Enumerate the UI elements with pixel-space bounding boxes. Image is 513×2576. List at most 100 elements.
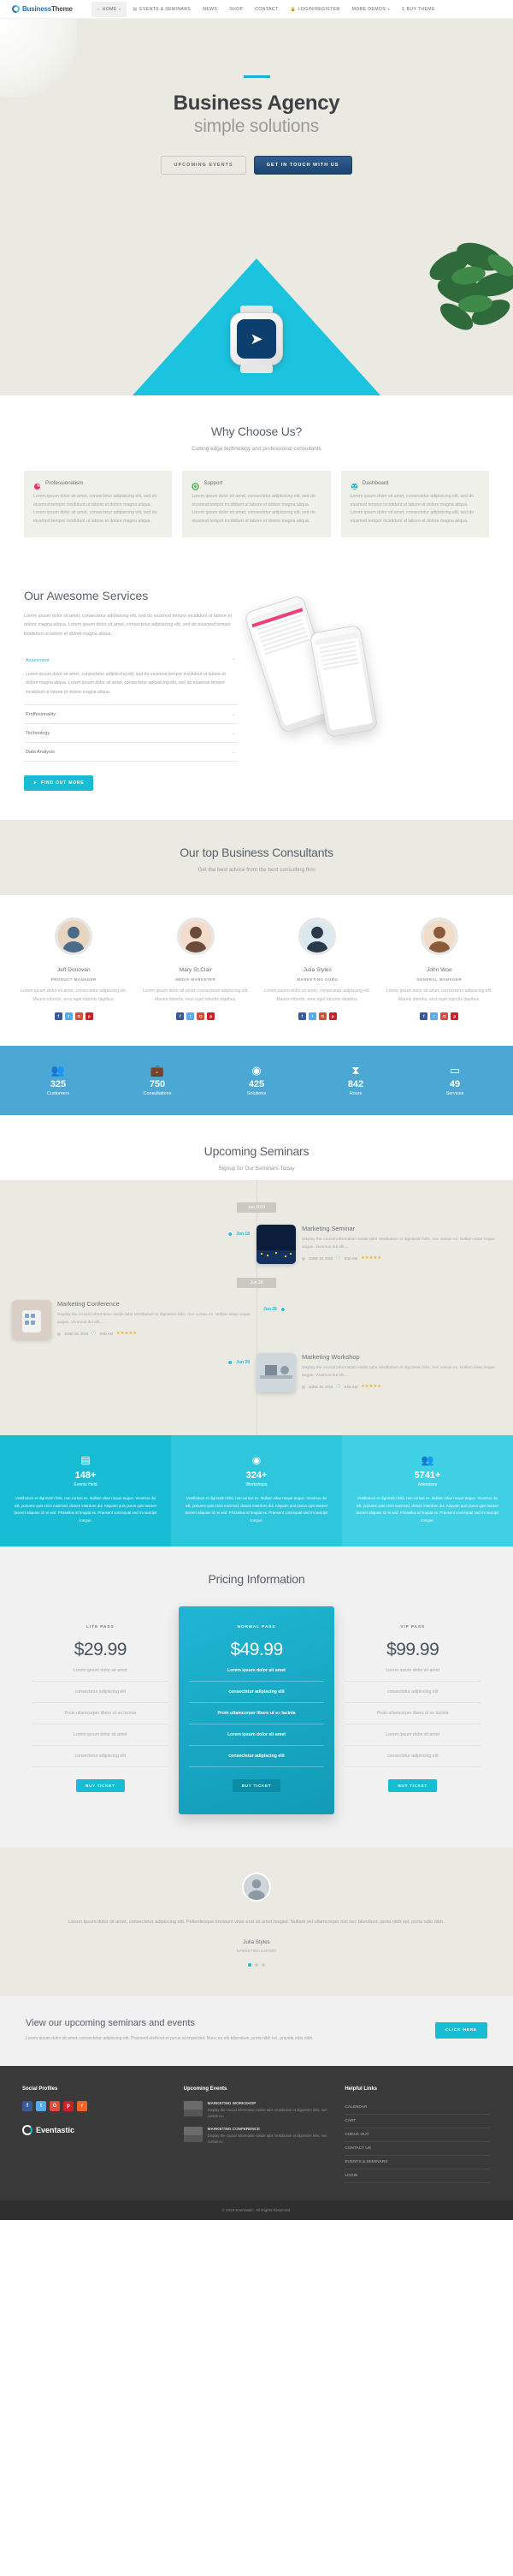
timeline-dot-icon bbox=[280, 1307, 286, 1312]
event-thumbnail[interactable] bbox=[256, 1353, 296, 1392]
facebook-icon[interactable]: f bbox=[54, 1012, 62, 1020]
team-row: Jeff Donovan PRODUCT MANAGER Lorem ipsum… bbox=[0, 895, 513, 1046]
member-name: Jeff Donovan bbox=[56, 967, 91, 974]
member-socials: ftGp bbox=[259, 1012, 376, 1020]
find-out-more-button[interactable]: ➤ FIND OUT MORE bbox=[24, 775, 94, 792]
twitter-icon[interactable]: t bbox=[430, 1012, 439, 1020]
pinterest-icon[interactable]: p bbox=[451, 1012, 459, 1020]
footer-event-item[interactable]: MARKETING WORKSHOP Display the crucial i… bbox=[183, 2100, 330, 2119]
get-in-touch-button[interactable]: GET IN TOUCH WITH US bbox=[253, 156, 352, 175]
carousel-dot[interactable] bbox=[255, 1963, 258, 1968]
band-value: 5741+ bbox=[414, 1470, 441, 1481]
event-rating: ★★★★★ bbox=[115, 1331, 138, 1337]
pinterest-icon[interactable]: p bbox=[328, 1012, 337, 1020]
accordion-header-proffesionality[interactable]: Proffesionality ⌄ bbox=[24, 705, 238, 723]
upcoming-events-button[interactable]: UPCOMING EVENTS bbox=[161, 156, 246, 175]
footer-link[interactable]: CHECK OUT bbox=[345, 2128, 492, 2142]
stat-item: 💼 750 Consultations bbox=[108, 1065, 207, 1096]
google-plus-icon[interactable]: G bbox=[74, 1012, 83, 1020]
seminars-subtitle: Signup for Our Seminars Today bbox=[218, 1166, 295, 1172]
watch-body: ➤ bbox=[230, 312, 283, 365]
facebook-icon[interactable]: f bbox=[298, 1012, 306, 1020]
calendar-icon: ▤ bbox=[80, 1454, 91, 1466]
clock-icon: 🕐 bbox=[336, 1384, 341, 1389]
seminars-heading: Upcoming Seminars Signup for Our Seminar… bbox=[0, 1115, 513, 1180]
footer-event-title: MARKETING CONFERENCE bbox=[207, 2126, 260, 2131]
why-card-body: Lorem ipsum dolor sit amet, consectetur … bbox=[350, 494, 475, 524]
nav-item-shop[interactable]: SHOP bbox=[223, 2, 249, 17]
event-title[interactable]: Marketing Conference bbox=[57, 1300, 256, 1308]
accordion-item: Proffesionality ⌄ bbox=[24, 705, 238, 725]
testimonial-avatar bbox=[242, 1873, 271, 1904]
twitter-icon[interactable]: t bbox=[308, 1012, 316, 1020]
footer-link[interactable]: EVENTS & SEMINARS bbox=[345, 2156, 492, 2169]
carousel-dot[interactable] bbox=[262, 1963, 265, 1968]
why-card: Dashboard Lorem ipsum dolor sit amet, co… bbox=[340, 471, 489, 537]
google-plus-icon[interactable]: G bbox=[440, 1012, 449, 1020]
nav-item-news[interactable]: NEWS bbox=[197, 2, 223, 17]
pinterest-icon[interactable]: p bbox=[85, 1012, 93, 1020]
buy-ticket-button[interactable]: BUY TICKET bbox=[76, 1779, 125, 1793]
nav-item-label: EVENTS & SEMINARS bbox=[139, 6, 192, 12]
facebook-icon[interactable]: f bbox=[176, 1012, 185, 1020]
nav-item-buy-theme[interactable]: $ BUY THEME bbox=[396, 2, 441, 17]
dollar-icon: $ bbox=[401, 6, 405, 12]
member-bio: Lorem ipsum dolor sit amet, consectetur … bbox=[386, 988, 492, 1003]
footer-link[interactable]: CALENDAR bbox=[345, 2101, 492, 2115]
feature-band: ◉ 324+ Workshops Vestibulum et dignissim… bbox=[171, 1435, 342, 1547]
event-thumbnail[interactable] bbox=[256, 1225, 296, 1264]
member-role: PRODUCT MANAGER bbox=[50, 977, 97, 982]
event-title[interactable]: Marketing Workshop bbox=[302, 1353, 501, 1361]
pinterest-icon[interactable]: p bbox=[207, 1012, 215, 1020]
event-title[interactable]: Marketing Seminar bbox=[302, 1225, 501, 1232]
footer-link[interactable]: CART bbox=[345, 2115, 492, 2128]
services-text-column: Our Awesome Services Lorem ipsum dolor s… bbox=[24, 589, 238, 792]
google-plus-icon[interactable]: G bbox=[50, 2100, 60, 2111]
pricing-card: VIP PASS $99.99 Lorem ipsum dolor sit am… bbox=[334, 1611, 491, 1809]
nav-item-login-register[interactable]: 🔒 LOGIN/REGISTER bbox=[284, 2, 345, 17]
site-logo[interactable]: BusinessTheme bbox=[10, 3, 73, 15]
buy-ticket-button[interactable]: BUY TICKET bbox=[232, 1779, 281, 1793]
hero-section: Business Agency simple solutions UPCOMIN… bbox=[0, 19, 513, 395]
google-plus-icon[interactable]: G bbox=[318, 1012, 327, 1020]
timeline-row: Jun 28 Marketing Workshop Display the cr… bbox=[0, 1353, 513, 1392]
logo-text-secondary: Theme bbox=[50, 5, 73, 13]
nav-item-contact[interactable]: CONTACT bbox=[249, 2, 284, 17]
cta-button[interactable]: CLICK HERE bbox=[434, 2022, 487, 2039]
accordion-header-technology[interactable]: Technology ⌄ bbox=[24, 724, 238, 742]
stat-label: Consultations bbox=[143, 1091, 172, 1096]
footer-link[interactable]: LOGIN bbox=[345, 2169, 492, 2183]
footer-event-item[interactable]: MARKETING CONFERENCE Display the crucial… bbox=[183, 2126, 330, 2145]
buy-ticket-button[interactable]: BUY TICKET bbox=[388, 1779, 437, 1793]
accordion-header-data-analysis[interactable]: Data Analysis ⌄ bbox=[24, 743, 238, 761]
pinterest-icon[interactable]: p bbox=[63, 2100, 74, 2111]
footer-link[interactable]: CONTACT US bbox=[345, 2142, 492, 2156]
testimonial-dots[interactable] bbox=[43, 1963, 470, 1968]
event-description: Display the crucial information inside t… bbox=[302, 1238, 495, 1250]
nav-item-home[interactable]: ⌂ HOME ▾ bbox=[91, 1, 127, 17]
rss-icon[interactable]: r bbox=[77, 2100, 87, 2111]
lifebuoy-icon bbox=[192, 479, 200, 490]
facebook-icon[interactable]: f bbox=[420, 1012, 428, 1020]
footer-events-column: Upcoming Events MARKETING WORKSHOP Displ… bbox=[183, 2086, 330, 2183]
facebook-icon[interactable]: f bbox=[22, 2100, 32, 2111]
statistics-band: 👥 325 Customers 💼 750 Consultations ◉ 42… bbox=[0, 1046, 513, 1115]
twitter-icon[interactable]: t bbox=[36, 2100, 46, 2111]
footer-social-icons: ftGpr bbox=[22, 2100, 168, 2111]
plan-name: NORMAL PASS bbox=[237, 1625, 276, 1630]
google-plus-icon[interactable]: G bbox=[197, 1012, 205, 1020]
nav-item-events-seminars[interactable]: ▤ EVENTS & SEMINARS bbox=[127, 2, 197, 17]
event-thumbnail[interactable] bbox=[12, 1300, 51, 1339]
plan-feature: Proin ullamcorper libero ut ex lacinia bbox=[188, 1703, 325, 1725]
accordion-header-assesment[interactable]: Assesment ⌃ bbox=[24, 652, 238, 670]
band-body: Vestibulum et dignissim felis, non cursu… bbox=[14, 1496, 157, 1522]
twitter-icon[interactable]: t bbox=[186, 1012, 195, 1020]
plan-feature: consectetur adipiscing elit bbox=[32, 1746, 168, 1768]
footer-brand-name: Eventastic bbox=[36, 2125, 75, 2134]
consultants-heading-band: Our top Business Consultants Get the bes… bbox=[0, 820, 513, 896]
carousel-dot[interactable] bbox=[248, 1963, 251, 1968]
nav-item-more-demos[interactable]: MORE DEMOS ▾ bbox=[346, 2, 396, 17]
member-role: MARKETING GURU bbox=[297, 977, 339, 982]
plan-feature: Proin ullamcorper libero ut ex lacinia bbox=[32, 1703, 168, 1725]
twitter-icon[interactable]: t bbox=[64, 1012, 73, 1020]
